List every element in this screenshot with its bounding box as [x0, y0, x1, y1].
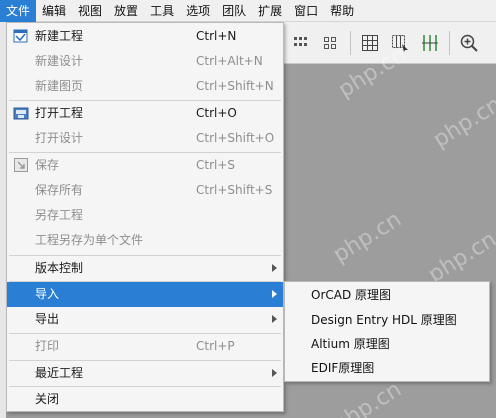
submenu-arrow-icon: [272, 290, 277, 298]
submenu-item-label: EDIF原理图: [311, 361, 375, 375]
menu-tools[interactable]: 工具: [144, 0, 180, 22]
menu-item-save-project-as[interactable]: 另存工程: [7, 203, 283, 228]
menu-item-print[interactable]: 打印 Ctrl+P: [7, 334, 283, 359]
menu-item-label: 另存工程: [35, 208, 84, 222]
grid-icon[interactable]: [357, 30, 383, 56]
toolbar: [284, 22, 496, 64]
menu-item-shortcut: Ctrl+Alt+N: [196, 54, 263, 68]
menu-place[interactable]: 放置: [108, 0, 144, 22]
toolbar-separator: [449, 30, 450, 55]
menu-item-save[interactable]: 保存 Ctrl+S: [7, 153, 283, 178]
menu-item-label: 导入: [35, 287, 60, 301]
submenu-item-altium[interactable]: Altium 原理图: [285, 332, 489, 357]
menu-item-label: 打开设计: [35, 131, 84, 145]
menu-item-close[interactable]: 关闭: [7, 387, 283, 412]
toolbar-separator: [350, 30, 351, 55]
menu-item-import[interactable]: 导入: [7, 282, 283, 307]
grid-dots-icon[interactable]: [318, 30, 344, 56]
menu-item-label: 工程另存为单个文件: [35, 233, 144, 247]
menu-item-label: 最近工程: [35, 366, 84, 380]
menu-item-save-all[interactable]: 保存所有 Ctrl+Shift+S: [7, 178, 283, 203]
menu-item-label: 新建设计: [35, 54, 84, 68]
menu-edit[interactable]: 编辑: [36, 0, 72, 22]
submenu-item-orcad[interactable]: OrCAD 原理图: [285, 283, 489, 308]
menu-item-label: 关闭: [35, 392, 60, 406]
menu-file[interactable]: 文件: [0, 0, 37, 22]
menu-item-version-control[interactable]: 版本控制: [7, 256, 283, 281]
grid-dots-icon[interactable]: [288, 30, 314, 56]
menu-item-shortcut: Ctrl+Shift+N: [196, 79, 274, 93]
menu-item-shortcut: Ctrl+S: [196, 158, 236, 172]
menu-options[interactable]: 选项: [180, 0, 216, 22]
menu-team[interactable]: 团队: [216, 0, 252, 22]
menu-item-label: 打开工程: [35, 106, 84, 120]
menu-item-label: 版本控制: [35, 261, 84, 275]
submenu-item-label: Design Entry HDL 原理图: [311, 313, 457, 327]
menu-window[interactable]: 窗口: [288, 0, 324, 22]
submenu-item-label: Altium 原理图: [311, 337, 390, 351]
menu-extensions[interactable]: 扩展: [252, 0, 288, 22]
menu-item-shortcut: Ctrl+O: [196, 106, 237, 120]
submenu-item-label: OrCAD 原理图: [311, 288, 392, 302]
menu-item-new-design[interactable]: 新建设计 Ctrl+Alt+N: [7, 49, 283, 74]
menu-item-label: 保存所有: [35, 183, 84, 197]
menu-item-shortcut: Ctrl+Shift+S: [196, 183, 273, 197]
open-project-icon: [13, 105, 29, 121]
menu-item-shortcut: Ctrl+N: [196, 29, 237, 43]
save-icon: [13, 157, 29, 173]
menu-help[interactable]: 帮助: [324, 0, 360, 22]
submenu-arrow-icon: [272, 369, 277, 377]
menu-item-open-design[interactable]: 打开设计 Ctrl+Shift+O: [7, 126, 283, 151]
submenu-item-design-entry-hdl[interactable]: Design Entry HDL 原理图: [285, 308, 489, 333]
menu-item-label: 保存: [35, 158, 60, 172]
new-project-icon: [13, 28, 29, 44]
menu-item-label: 导出: [35, 312, 60, 326]
menu-item-save-project-single-file[interactable]: 工程另存为单个文件: [7, 228, 283, 253]
file-menu-dropdown: 新建工程 Ctrl+N 新建设计 Ctrl+Alt+N 新建图页 Ctrl+Sh…: [6, 22, 284, 412]
menu-item-label: 打印: [35, 339, 60, 353]
menu-item-shortcut: Ctrl+P: [196, 339, 235, 353]
zoom-in-icon[interactable]: [456, 30, 482, 56]
menu-item-label: 新建工程: [35, 29, 84, 43]
menu-item-open-project[interactable]: 打开工程 Ctrl+O: [7, 101, 283, 126]
grid-select-icon[interactable]: [387, 30, 413, 56]
import-submenu: OrCAD 原理图 Design Entry HDL 原理图 Altium 原理…: [284, 281, 490, 382]
menu-item-export[interactable]: 导出: [7, 307, 283, 332]
submenu-arrow-icon: [272, 315, 277, 323]
menu-item-new-project[interactable]: 新建工程 Ctrl+N: [7, 24, 283, 49]
menu-item-new-page[interactable]: 新建图页 Ctrl+Shift+N: [7, 74, 283, 99]
submenu-arrow-icon: [272, 264, 277, 272]
columns-icon[interactable]: [417, 30, 443, 56]
menu-item-recent-projects[interactable]: 最近工程: [7, 361, 283, 386]
submenu-item-edif[interactable]: EDIF原理图: [285, 356, 489, 381]
menu-view[interactable]: 视图: [72, 0, 108, 22]
menu-item-label: 新建图页: [35, 79, 84, 93]
menu-bar: 文件 编辑 视图 放置 工具 选项 团队 扩展 窗口 帮助: [0, 0, 496, 22]
menu-item-shortcut: Ctrl+Shift+O: [196, 131, 275, 145]
